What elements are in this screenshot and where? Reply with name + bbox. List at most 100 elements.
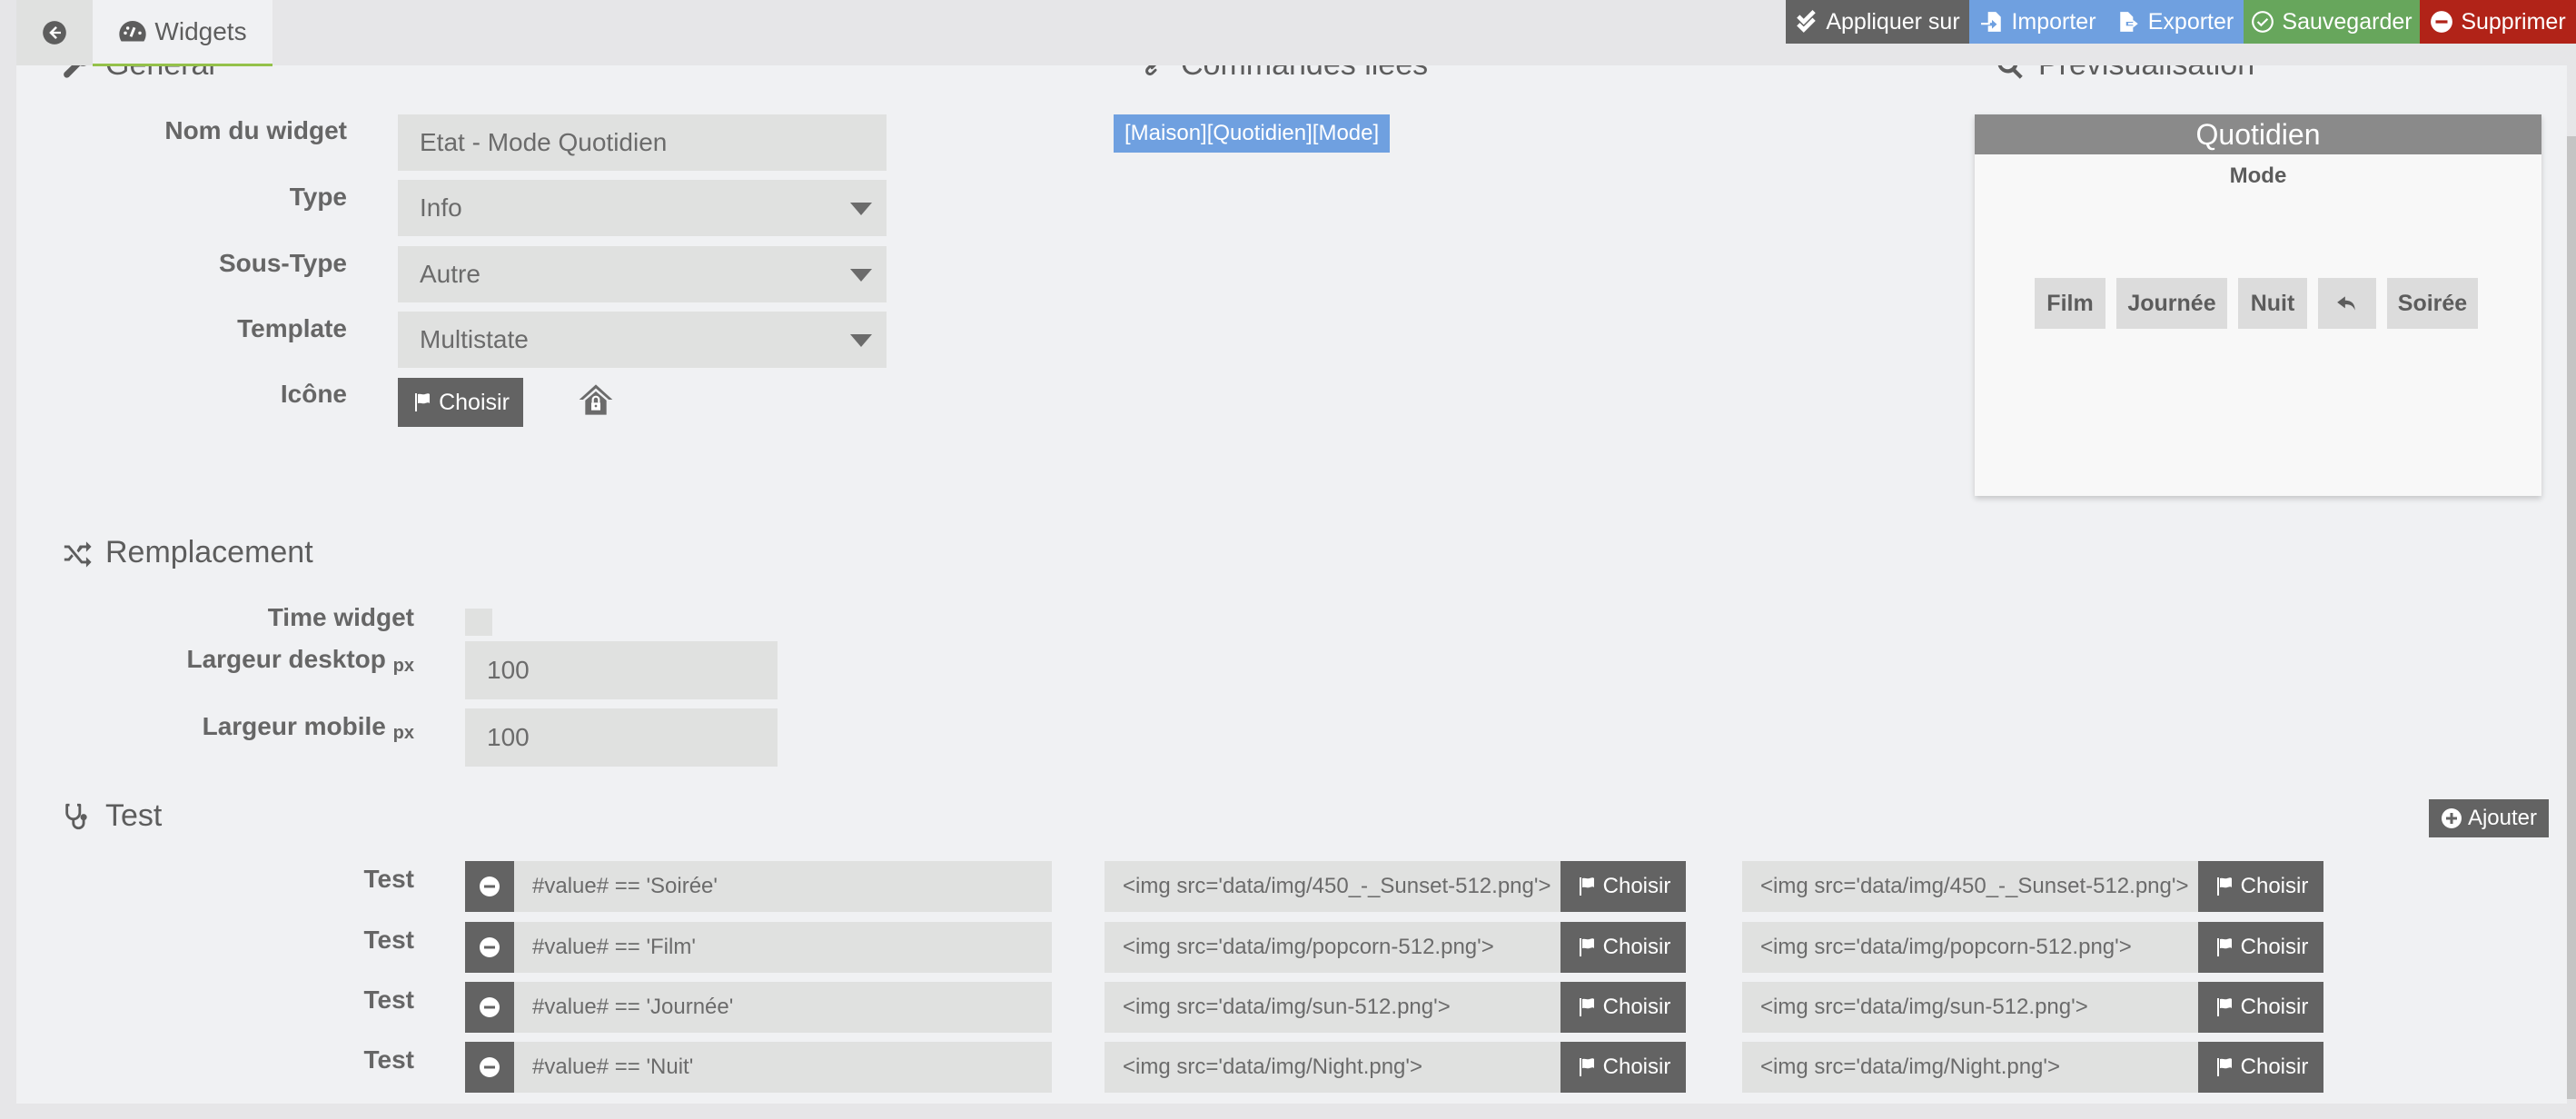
caret-down-icon (850, 203, 872, 215)
choose-button-label: Choisir (2240, 1055, 2309, 1079)
minus-circle-icon (480, 1057, 500, 1077)
mobile-width-unit: px (392, 723, 414, 743)
linked-command-tag[interactable]: [Maison][Quotidien][Mode] (1114, 114, 1391, 153)
remove-test-button[interactable] (465, 982, 514, 1033)
choose-mobile-icon-button[interactable]: Choisir (2198, 922, 2323, 973)
choose-button-label: Choisir (1602, 995, 1671, 1019)
desktop-width-label: Largeur desktop px (91, 645, 414, 677)
import-label: Importer (2011, 8, 2096, 35)
desktop-width-unit: px (392, 656, 414, 676)
import-button[interactable]: Importer (1969, 0, 2107, 44)
type-select-value: Info (420, 193, 462, 222)
save-label: Sauvegarder (2282, 8, 2413, 35)
template-label: Template (237, 314, 347, 342)
caret-down-icon (850, 269, 872, 282)
desktop-width-input[interactable]: 100 (465, 641, 778, 699)
choose-icon-button-label: Choisir (439, 389, 510, 415)
export-button[interactable]: Exporter (2107, 0, 2244, 44)
test-display-desktop-input[interactable]: <img src='data/img/popcorn-512.png'> (1105, 922, 1560, 973)
subtype-label: Sous-Type (218, 249, 347, 277)
choose-button-label: Choisir (1602, 935, 1671, 959)
test-condition-input[interactable]: #value# == 'Nuit' (514, 1042, 1052, 1093)
mobile-width-label-text: Largeur mobile (202, 712, 386, 740)
widget-name-label: Nom du widget (164, 116, 347, 144)
preview-button-film[interactable]: Film (2035, 278, 2105, 329)
test-display-desktop-input[interactable]: <img src='data/img/450_-_Sunset-512.png'… (1105, 861, 1560, 912)
file-export-icon (2120, 12, 2138, 32)
choose-button-label: Choisir (2240, 995, 2309, 1019)
flag-icon (1579, 877, 1594, 896)
shuffle-icon (64, 540, 92, 568)
choose-mobile-icon-button[interactable]: Choisir (2198, 982, 2323, 1033)
widget-name-input[interactable]: Etat - Mode Quotidien (398, 114, 887, 171)
plus-circle-icon (2441, 808, 2462, 828)
apply-to-button[interactable]: Appliquer sur (1786, 0, 1969, 44)
add-test-button[interactable]: Ajouter (2429, 799, 2549, 837)
mobile-width-input[interactable]: 100 (465, 708, 778, 767)
back-button[interactable] (16, 0, 93, 65)
test-display-desktop-input[interactable]: <img src='data/img/Night.png'> (1105, 1042, 1560, 1093)
preview-button-undo[interactable] (2318, 278, 2376, 329)
test-condition-input[interactable]: #value# == 'Soirée' (514, 861, 1052, 912)
test-display-mobile-input[interactable]: <img src='data/img/sun-512.png'> (1742, 982, 2198, 1033)
test-display-mobile-input[interactable]: <img src='data/img/Night.png'> (1742, 1042, 2198, 1093)
choose-button-label: Choisir (1602, 1055, 1671, 1079)
choose-desktop-icon-button[interactable]: Choisir (1560, 1042, 1686, 1093)
template-select[interactable]: Multistate (398, 312, 887, 368)
widget-preview-card: Quotidien Mode Film Journée Nuit Soirée (1975, 114, 2541, 496)
test-row-label: Test (363, 985, 415, 1014)
delete-button[interactable]: Supprimer (2420, 0, 2576, 44)
file-import-icon (1981, 12, 2002, 32)
type-select[interactable]: Info (398, 180, 887, 236)
section-replacement-label: Remplacement (105, 535, 313, 569)
add-test-button-label: Ajouter (2467, 806, 2538, 830)
choose-mobile-icon-button[interactable]: Choisir (2198, 861, 2323, 912)
subtype-select[interactable]: Autre (398, 246, 887, 302)
type-label: Type (289, 183, 347, 211)
remove-test-button[interactable] (465, 1042, 514, 1093)
test-display-mobile-input[interactable]: <img src='data/img/popcorn-512.png'> (1742, 922, 2198, 973)
template-select-value: Multistate (420, 325, 529, 353)
choose-button-label: Choisir (2240, 874, 2309, 898)
house-lock-icon (578, 381, 614, 418)
minus-circle-icon (480, 876, 500, 896)
remove-test-button[interactable] (465, 861, 514, 912)
choose-button-label: Choisir (2240, 935, 2309, 959)
choose-desktop-icon-button[interactable]: Choisir (1560, 982, 1686, 1033)
caret-down-icon (850, 334, 872, 347)
flag-icon (2216, 998, 2232, 1016)
choose-button-label: Choisir (1602, 874, 1671, 898)
arrow-circle-left-icon (43, 21, 66, 45)
preview-button-soiree[interactable]: Soirée (2387, 278, 2478, 329)
choose-desktop-icon-button[interactable]: Choisir (1560, 922, 1686, 973)
flag-icon (2216, 877, 2232, 896)
desktop-width-label-text: Largeur desktop (186, 645, 386, 673)
preview-button-nuit[interactable]: Nuit (2238, 278, 2307, 329)
check-circle-icon (2252, 11, 2274, 33)
choose-icon-button[interactable]: Choisir (398, 378, 523, 427)
flag-icon (415, 393, 431, 411)
time-widget-checkbox[interactable] (465, 609, 492, 636)
section-replacement-title: Remplacement (62, 535, 313, 570)
save-button[interactable]: Sauvegarder (2244, 0, 2420, 44)
scrollbar-thumb[interactable] (2567, 136, 2576, 1099)
delete-label: Supprimer (2461, 8, 2566, 35)
tab-widgets[interactable]: Widgets (93, 0, 272, 66)
section-test-label: Test (105, 798, 163, 833)
flag-icon (2216, 938, 2232, 956)
flag-icon (1579, 1058, 1594, 1076)
preview-card-title: Quotidien (1975, 114, 2541, 154)
test-display-desktop-input[interactable]: <img src='data/img/sun-512.png'> (1105, 982, 1560, 1033)
preview-button-journee[interactable]: Journée (2116, 278, 2227, 329)
mobile-width-label: Largeur mobile px (91, 712, 414, 744)
test-condition-input[interactable]: #value# == 'Film' (514, 922, 1052, 973)
tab-widgets-label: Widgets (154, 17, 247, 45)
remove-test-button[interactable] (465, 922, 514, 973)
test-condition-input[interactable]: #value# == 'Journée' (514, 982, 1052, 1033)
choose-mobile-icon-button[interactable]: Choisir (2198, 1042, 2323, 1093)
test-display-mobile-input[interactable]: <img src='data/img/450_-_Sunset-512.png'… (1742, 861, 2198, 912)
flag-icon (2216, 1058, 2232, 1076)
minus-circle-icon (2431, 11, 2453, 33)
choose-desktop-icon-button[interactable]: Choisir (1560, 861, 1686, 912)
stethoscope-icon (65, 803, 87, 829)
